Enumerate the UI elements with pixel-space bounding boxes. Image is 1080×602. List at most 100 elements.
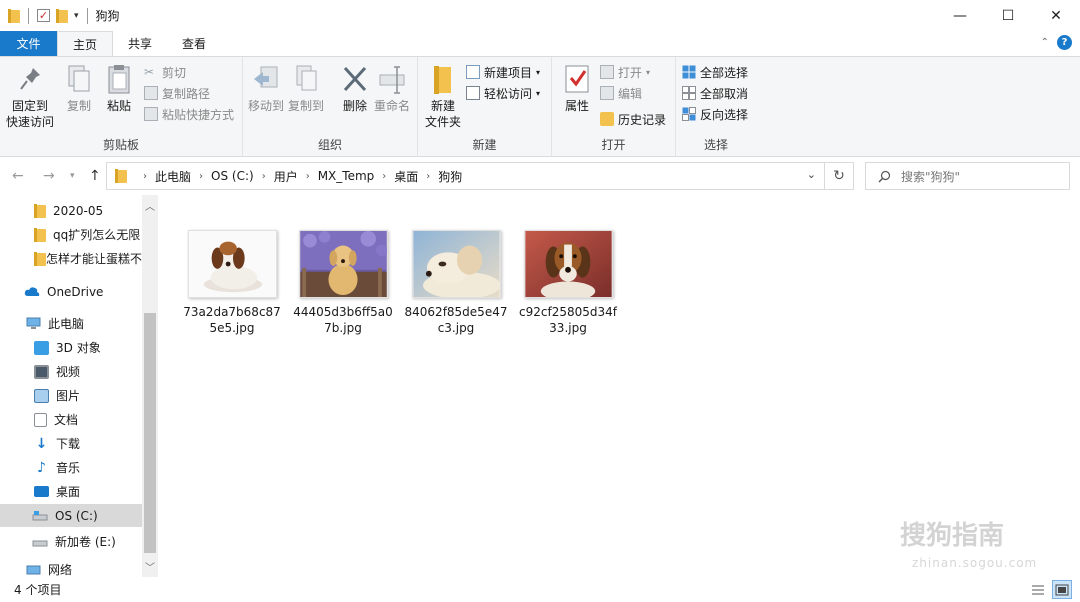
select-none-button[interactable]: 全部取消 (682, 83, 748, 103)
copy-button[interactable]: 复制 (64, 63, 94, 114)
breadcrumb-chevron-icon[interactable]: › (426, 171, 430, 182)
paste-shortcut-button[interactable]: 粘贴快捷方式 (144, 104, 234, 124)
customize-toolbar-arrow-icon[interactable]: ▾ (74, 11, 79, 21)
copy-to-button[interactable]: 复制到 (288, 63, 324, 114)
easy-access-button[interactable]: 轻松访问 ▾ (466, 83, 540, 103)
group-label-open: 打开 (601, 138, 626, 152)
scroll-thumb[interactable] (144, 313, 156, 553)
nav-item-label: 此电脑 (48, 317, 85, 331)
tab-file[interactable]: 文件 (0, 31, 57, 56)
copy-to-label: 复制到 (288, 99, 325, 113)
nav-item-3d-objects[interactable]: 3D 对象 (0, 336, 142, 359)
nav-item-music[interactable]: ♪ 音乐 (0, 456, 142, 479)
large-icons-view-button[interactable] (1052, 580, 1072, 599)
address-dropdown-icon[interactable]: ⌄ (807, 168, 816, 181)
open-button[interactable]: 打开 ▾ (600, 62, 650, 82)
help-icon[interactable]: ? (1057, 35, 1072, 50)
pin-quick-access-button[interactable]: 固定到 快速访问 (6, 63, 54, 130)
pin-label-1: 固定到 (12, 99, 49, 113)
select-all-button[interactable]: 全部选择 (682, 62, 748, 82)
breadcrumb-chevron-icon[interactable]: › (199, 171, 203, 182)
new-item-button[interactable]: 新建项目 ▾ (466, 62, 540, 82)
new-folder-button[interactable]: 新建 文件夹 (425, 63, 461, 130)
scroll-down-arrow-icon[interactable]: ﹀ (145, 559, 155, 574)
rename-button[interactable]: 重命名 (374, 63, 410, 114)
collapse-ribbon-icon[interactable]: ⌃ (1041, 37, 1049, 48)
nav-item-videos[interactable]: 视频 (0, 360, 142, 383)
breadcrumb-users[interactable]: 用户 (274, 168, 298, 185)
breadcrumb-this-pc[interactable]: 此电脑 (155, 168, 191, 185)
maximize-button[interactable]: ☐ (984, 0, 1032, 31)
nav-item-qq-folder[interactable]: qq扩列怎么无限 (0, 223, 142, 246)
file-tile[interactable]: c92cf25805d34f33.jpg (516, 230, 620, 336)
rename-icon (379, 66, 405, 94)
dropdown-arrow-icon: ▾ (536, 67, 541, 77)
breadcrumb-desktop[interactable]: 桌面 (394, 168, 418, 185)
invert-selection-button[interactable]: 反向选择 (682, 104, 748, 124)
breadcrumb-chevron-icon[interactable]: › (262, 171, 266, 182)
breadcrumb-mx-temp[interactable]: MX_Temp (318, 169, 375, 183)
nav-item-os-c[interactable]: OS (C:) (0, 504, 142, 527)
nav-item-network[interactable]: 网络 (0, 561, 142, 577)
breadcrumb-os-c[interactable]: OS (C:) (211, 169, 254, 183)
history-button[interactable]: 历史记录 (600, 109, 666, 129)
search-box[interactable]: 搜索"狗狗" (865, 162, 1070, 190)
copy-path-button[interactable]: 复制路径 (144, 83, 210, 103)
breadcrumb-dogs[interactable]: 狗狗 (438, 168, 462, 185)
group-label-select: 选择 (703, 138, 728, 152)
copy-path-icon (144, 86, 158, 100)
nav-item-pictures[interactable]: 图片 (0, 384, 142, 407)
nav-item-cake-folder[interactable]: 怎样才能让蛋糕不 (0, 247, 142, 270)
file-tile[interactable]: 84062f85de5e47c3.jpg (404, 230, 508, 336)
folder-icon (34, 251, 46, 266)
nav-item-label: OneDrive (47, 284, 104, 299)
move-to-button[interactable]: 移动到 (248, 63, 284, 114)
details-view-button[interactable] (1028, 580, 1048, 599)
document-icon (34, 412, 47, 427)
nav-pane-scrollbar[interactable]: ︿ ﹀ (142, 195, 158, 577)
tab-view[interactable]: 查看 (167, 31, 221, 56)
paste-label: 粘贴 (106, 99, 131, 113)
nav-item-downloads[interactable]: ↓ 下载 (0, 432, 142, 455)
cloud-icon (24, 287, 40, 296)
address-bar[interactable]: › 此电脑 › OS (C:) › 用户 › MX_Temp › 桌面 › 狗狗… (106, 162, 825, 190)
watermark: 搜狗指南 (900, 521, 1005, 551)
back-arrow-icon[interactable]: ← (12, 168, 24, 184)
group-label-new: 新建 (472, 138, 497, 152)
edit-button[interactable]: 编辑 (600, 83, 642, 103)
tab-share[interactable]: 共享 (113, 31, 167, 56)
cut-button[interactable]: ✂ 剪切 (144, 62, 186, 82)
up-arrow-icon[interactable]: ↑ (89, 168, 101, 184)
nav-item-label: 下载 (56, 437, 81, 451)
open-label: 打开 (618, 65, 643, 80)
new-folder-icon[interactable] (56, 8, 68, 23)
tab-home[interactable]: 主页 (57, 31, 114, 56)
refresh-button[interactable]: ↻ (825, 162, 854, 190)
network-icon (26, 565, 41, 575)
file-tile[interactable]: 44405d3b6ff5a07b.jpg (291, 230, 395, 336)
open-icon (600, 65, 614, 79)
paste-button[interactable]: 粘贴 (104, 63, 134, 114)
delete-button[interactable]: 删除 (340, 63, 370, 114)
file-thumbnail (523, 230, 613, 298)
breadcrumb-chevron-icon[interactable]: › (143, 171, 147, 182)
minimize-button[interactable]: — (936, 0, 984, 31)
ribbon: 固定到 快速访问 复制 粘贴 ✂ 剪切 复制路径 粘贴快捷方式 剪贴板 移动到 (0, 56, 1080, 157)
forward-arrow-icon[interactable]: → (43, 168, 55, 184)
nav-item-documents[interactable]: 文档 (0, 408, 142, 431)
close-button[interactable]: ✕ (1032, 0, 1080, 31)
properties-check-icon[interactable]: ✓ (37, 9, 50, 22)
scroll-up-arrow-icon[interactable]: ︿ (145, 198, 155, 213)
breadcrumb-chevron-icon[interactable]: › (306, 171, 310, 182)
recent-locations-chevron-icon[interactable]: ▾ (70, 171, 75, 181)
nav-item-this-pc[interactable]: 此电脑 (0, 312, 142, 335)
file-tile[interactable]: 73a2da7b68c875e5.jpg (180, 230, 284, 336)
properties-button[interactable]: 属性 (562, 63, 592, 114)
breadcrumb-chevron-icon[interactable]: › (382, 171, 386, 182)
group-organize: 移动到 复制到 删除 重命名 组织 (243, 57, 418, 157)
nav-item-onedrive[interactable]: OneDrive (0, 280, 142, 303)
nav-item-desktop[interactable]: 桌面 (0, 480, 142, 503)
nav-item-2020-05[interactable]: 2020-05 (0, 199, 142, 222)
nav-item-new-volume-e[interactable]: 新加卷 (E:) (0, 530, 142, 553)
easy-access-icon (466, 86, 480, 100)
